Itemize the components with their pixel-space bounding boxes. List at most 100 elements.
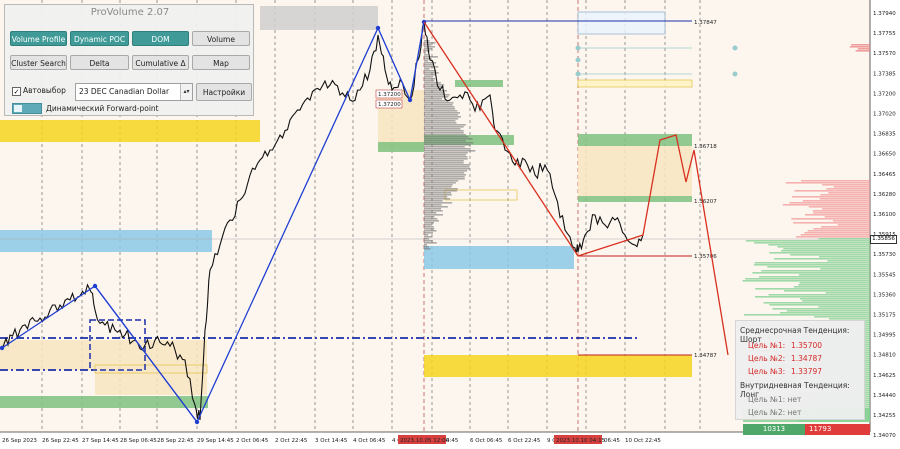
volume-profile-bar — [793, 286, 870, 288]
volume-profile-bar — [424, 54, 428, 56]
zone-light — [378, 90, 424, 150]
volume-profile-bar — [424, 160, 464, 162]
volume-profile-bar — [424, 110, 458, 112]
volume-profile-bar — [424, 64, 434, 66]
volume-profile-bar — [824, 216, 870, 218]
volume-profile-bar — [424, 150, 476, 152]
volume-profile-bar — [769, 252, 870, 254]
volume-profile-bar — [424, 136, 469, 138]
dynamic-poc-button[interactable]: Dynamic POC — [70, 31, 129, 46]
volume-profile-bar — [798, 274, 870, 276]
volume-profile-bar — [761, 270, 870, 272]
volume-profile-bar — [833, 186, 870, 188]
volume-profile-bar — [424, 236, 433, 238]
y-tick-label: 1.36280 — [873, 192, 896, 198]
volume-profile-bar — [424, 80, 435, 82]
volume-profile-bar — [424, 162, 464, 164]
volume-profile-bar — [424, 82, 441, 84]
volume-profile-bar — [767, 266, 870, 268]
dom-button[interactable]: DOM — [132, 31, 189, 46]
volume-profile-bar — [781, 250, 870, 252]
volume-profile-bar — [424, 190, 458, 192]
volume-profile-bar — [424, 104, 453, 106]
target-3-label: Цель №3: — [748, 367, 786, 376]
level-label: 1.37847 — [694, 20, 717, 26]
volume-profile-bar — [827, 260, 870, 262]
volume-profile-bar — [424, 142, 474, 144]
y-tick-label: 1.36650 — [873, 152, 896, 158]
volume-profile-bar — [799, 282, 870, 284]
volume-profile-bar — [789, 202, 870, 204]
volume-profile-bar — [424, 68, 430, 70]
volume-profile-bar — [424, 92, 445, 94]
volume-profile-bar — [424, 60, 429, 62]
provolume-panel: ProVolume 2.07 Volume Profile Dynamic PO… — [4, 4, 254, 116]
volume-profile-bar — [745, 278, 870, 280]
volume-profile-bar — [424, 88, 441, 90]
volume-profile-bar — [424, 156, 468, 158]
x-tick-label: 06:45 — [604, 438, 620, 444]
forward-point-toggle[interactable] — [12, 103, 42, 114]
volume-profile-bar — [424, 208, 442, 210]
level-label: 1.34787 — [694, 353, 717, 359]
volume-profile-bar — [769, 304, 870, 306]
y-tick-label: 1.37200 — [873, 91, 896, 97]
level-label: 1.36718 — [694, 144, 717, 150]
map-button[interactable]: Map — [192, 55, 250, 70]
volume-profile-bar — [424, 224, 432, 226]
volume-profile-bar — [785, 182, 870, 184]
volume-profile-bar — [424, 232, 433, 234]
x-tick-label: 3 Oct 14:45 — [315, 438, 348, 444]
chevron-updown-icon[interactable]: ▴▾ — [180, 84, 192, 100]
auto-select-checkbox[interactable]: ✓ — [12, 87, 21, 96]
volume-profile-bar — [424, 86, 444, 88]
y-tick-label: 1.34255 — [873, 413, 896, 419]
volume-profile-bar — [424, 238, 430, 240]
volume-profile-bar — [424, 184, 453, 186]
toggle-knob — [14, 105, 22, 112]
volume-profile-bar — [424, 188, 458, 190]
symbol-select-value: 23 DEC Canadian Dollar — [79, 87, 170, 96]
panel-title: ProVolume 2.07 — [90, 7, 170, 18]
volume-profile-bar — [424, 120, 456, 122]
volume-button[interactable]: Volume — [192, 31, 250, 46]
zone-blue — [0, 230, 212, 252]
x-tick-label: 4 Oct 06:45 — [353, 438, 386, 444]
y-tick-label: 1.36465 — [873, 172, 896, 178]
volume-profile-bar — [794, 190, 870, 192]
forward-point-label: Динамический Forward-point — [46, 104, 159, 113]
y-tick-label: 1.37755 — [873, 31, 896, 37]
volume-profile-bar — [424, 134, 467, 136]
cluster-search-button[interactable]: Cluster Search — [10, 55, 67, 70]
volume-profile-bar — [424, 240, 433, 242]
volume-profile-button[interactable]: Volume Profile — [10, 31, 67, 46]
level-marker — [732, 71, 738, 77]
chart-window: 1.37847 1.36718 1.36207 1.35706 1.34787 1.372… — [0, 0, 900, 449]
volume-profile-bar — [802, 200, 870, 202]
x-tick-label: 6 Oct 06:45 — [470, 438, 503, 444]
volume-profile-bar — [424, 158, 468, 160]
settings-button[interactable]: Настройки — [196, 83, 252, 101]
volume-profile-bar — [424, 94, 450, 96]
volume-profile-bar — [424, 114, 459, 116]
volume-profile-bar — [782, 204, 870, 206]
volume-profile-bar — [424, 152, 468, 154]
volume-profile-bar — [424, 78, 436, 80]
cumulative-delta-button[interactable]: Cumulative Δ — [132, 55, 189, 70]
volume-profile-bar — [851, 44, 870, 46]
volume-profile-bar — [424, 76, 434, 78]
volume-profile-bar — [424, 58, 432, 60]
volume-profile-bar — [424, 168, 470, 170]
volume-profile-bar — [424, 220, 439, 222]
volume-profile-bar — [813, 228, 870, 230]
volume-profile-bar — [772, 308, 870, 310]
symbol-select[interactable]: 23 DEC Canadian Dollar ▴▾ — [75, 83, 193, 101]
volume-profile-bar — [424, 148, 471, 150]
volume-profile-bar — [424, 170, 468, 172]
zone-blue — [424, 246, 574, 269]
volume-profile-bar — [774, 258, 870, 260]
volume-profile-bar — [763, 302, 870, 304]
volume-profile-bar — [424, 72, 439, 74]
volume-profile-bar — [424, 174, 467, 176]
delta-button[interactable]: Delta — [70, 55, 129, 70]
